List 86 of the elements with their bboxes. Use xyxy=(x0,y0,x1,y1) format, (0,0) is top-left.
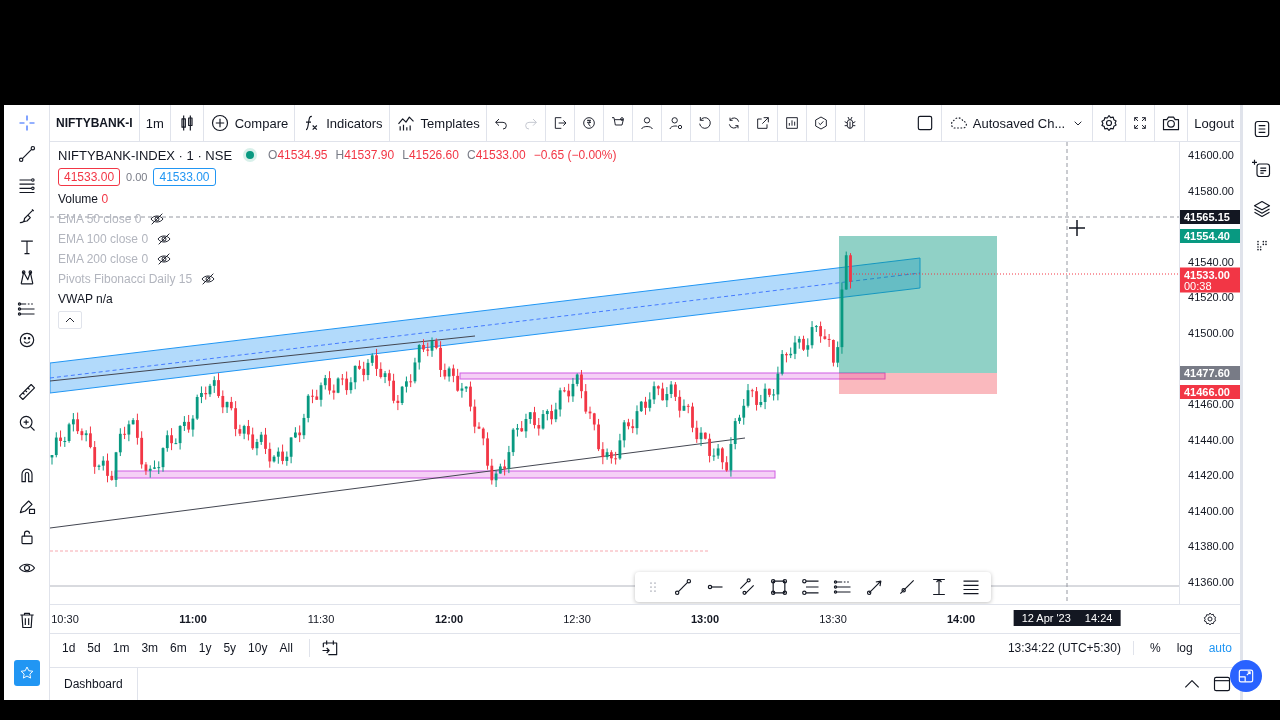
user-icon[interactable] xyxy=(638,115,655,131)
rotate-icon[interactable] xyxy=(696,115,713,131)
eye-off-icon[interactable] xyxy=(149,211,166,227)
window-icon[interactable] xyxy=(1212,674,1232,694)
forecast-icon[interactable] xyxy=(16,299,37,319)
popout-button[interactable] xyxy=(1230,660,1262,692)
clock-label: 13:34:22 (UTC+5:30) xyxy=(1007,641,1134,656)
price-label: 41460.00 xyxy=(1188,398,1234,410)
compare-button[interactable]: Compare xyxy=(203,105,296,141)
time-label: 13:00 xyxy=(690,613,720,626)
external-link-icon[interactable] xyxy=(754,115,771,131)
price-badge: 41565.15 xyxy=(1180,210,1240,224)
layers-icon[interactable] xyxy=(1251,199,1272,219)
trend-line[interactable] xyxy=(50,335,476,382)
interval-button[interactable]: 1m xyxy=(139,105,171,141)
templates-button[interactable]: Templates xyxy=(389,105,487,141)
chart-box-icon[interactable] xyxy=(783,115,800,131)
time-label: 14:00 xyxy=(946,613,976,626)
indicator-label[interactable]: VWAP n/a xyxy=(58,292,113,306)
ohlc-value: O41534.95 xyxy=(268,148,328,162)
price-label: 41380.00 xyxy=(1188,540,1234,552)
star-icon xyxy=(18,665,35,681)
time-label: 11:00 xyxy=(179,613,207,626)
price-badge: 41554.40 xyxy=(1180,229,1240,243)
price-label: 41500.00 xyxy=(1188,327,1234,339)
range-button[interactable]: 3m xyxy=(135,641,165,656)
eye-off-icon[interactable] xyxy=(200,271,217,287)
price-badge: 41466.00 xyxy=(1180,385,1240,399)
price-label: 41440.00 xyxy=(1188,434,1234,446)
price-label: 41600.00 xyxy=(1188,149,1234,161)
settings-icon[interactable] xyxy=(1099,113,1120,133)
crosshair-label: 12 Apr '23 14:24 xyxy=(1013,610,1121,627)
hexagon-check-icon[interactable] xyxy=(812,115,829,131)
time-label: 12:00 xyxy=(434,613,464,626)
time-label: 12:30 xyxy=(563,613,591,626)
range-rectangle[interactable] xyxy=(114,470,776,479)
indicator-label[interactable]: Volume 0 xyxy=(58,192,109,206)
ohlc-value: L41526.60 xyxy=(402,148,459,162)
favorites-button[interactable] xyxy=(13,660,40,686)
user-settings-icon[interactable] xyxy=(667,115,684,131)
eye-off-icon[interactable] xyxy=(156,251,173,267)
price-label: 41540.00 xyxy=(1188,256,1234,268)
spread-value: 0.00 xyxy=(126,171,148,183)
scale-mode-button[interactable]: % xyxy=(1141,641,1169,656)
ohlc-value: C41533.00 xyxy=(466,148,526,162)
cursor-icon xyxy=(1068,219,1086,237)
range-button[interactable]: 1y xyxy=(192,641,218,656)
symbol-title: NIFTYBANK-INDEX · 1 · NSE xyxy=(58,147,233,163)
trend-line[interactable] xyxy=(50,437,746,529)
range-button[interactable]: 1d xyxy=(56,641,82,656)
trend-line-icon[interactable] xyxy=(673,577,693,598)
settings-icon[interactable] xyxy=(1202,611,1218,628)
change-value: −0.65 (−0.00%) xyxy=(533,148,617,162)
symbol-button[interactable]: NIFTYBANK-I xyxy=(50,105,140,141)
range-button[interactable]: 10y xyxy=(242,641,274,656)
eye-off-icon[interactable] xyxy=(156,231,173,247)
time-label: 11:30 xyxy=(307,613,335,626)
range-button[interactable]: 5y xyxy=(217,641,243,656)
fib-icon[interactable] xyxy=(801,577,821,598)
layout-dropdown[interactable]: Autosaved Ch... xyxy=(941,105,1094,141)
ohlc-value: H41537.90 xyxy=(335,148,395,162)
time-label: 13:30 xyxy=(819,613,847,626)
time-label: 10:30 xyxy=(51,613,79,626)
ruler-icon[interactable] xyxy=(16,382,37,402)
logout-button[interactable]: Logout xyxy=(1188,105,1240,141)
range-button[interactable]: 6m xyxy=(164,641,193,656)
price-label: 41420.00 xyxy=(1188,469,1234,481)
plus-circle-icon xyxy=(209,113,230,133)
parallel-channel-icon[interactable] xyxy=(737,577,757,598)
trend-line-icon[interactable] xyxy=(16,144,37,164)
list-add-icon[interactable] xyxy=(1251,159,1272,179)
fullscreen-icon[interactable] xyxy=(1132,115,1149,131)
price-badge: 41477.60 xyxy=(1180,366,1240,380)
sell-price[interactable]: 41533.00 xyxy=(58,168,121,186)
range-button[interactable]: 1m xyxy=(106,641,136,656)
indicators-button[interactable]: Indicators xyxy=(295,105,390,141)
range-button[interactable]: 5d xyxy=(81,641,107,656)
rectangle-icon[interactable] xyxy=(769,577,789,598)
scale-mode-button[interactable]: log xyxy=(1168,641,1201,656)
price-label: 41580.00 xyxy=(1188,185,1234,197)
range-button[interactable]: All xyxy=(273,641,299,656)
price-label: 41400.00 xyxy=(1188,505,1234,517)
price-label: 41520.00 xyxy=(1188,291,1234,303)
price-badge: 41533.00 00:38 xyxy=(1180,267,1240,293)
price-label: 41360.00 xyxy=(1188,576,1234,588)
coin-icon[interactable] xyxy=(580,115,597,131)
